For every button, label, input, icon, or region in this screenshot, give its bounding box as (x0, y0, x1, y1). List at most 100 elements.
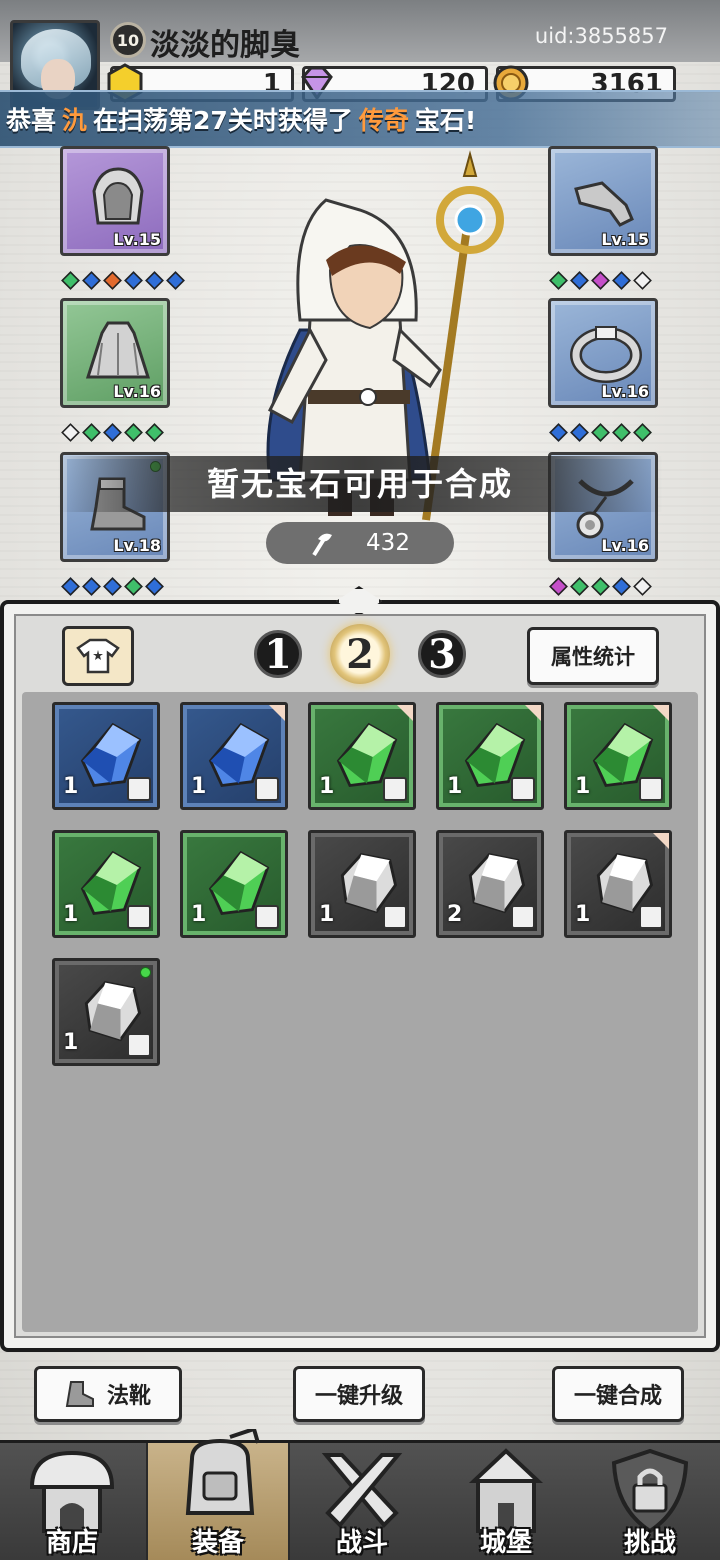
nav-equipment[interactable]: 装备 (146, 1429, 290, 1560)
equip-slot-ring[interactable]: Lv.16 (548, 298, 658, 408)
gem-socket-icon (549, 576, 568, 596)
gem-item-gray[interactable]: 1 (52, 958, 160, 1066)
cloak-icon (85, 321, 151, 379)
gem-count: 1 (63, 774, 79, 799)
nav-castle-label: 城堡 (479, 1528, 532, 1558)
backpack-icon (185, 1429, 260, 1515)
castle-icon (468, 1448, 544, 1533)
gem-socket-icon (82, 422, 101, 442)
power-value: 432 (366, 530, 410, 556)
nav-battle[interactable]: 战斗 (290, 1443, 434, 1560)
announce-middle: 在扫荡第27关时获得了 (93, 106, 353, 135)
announce-prefix: 恭喜 (6, 106, 57, 135)
nav-shop-label: 商店 (45, 1528, 98, 1558)
ring-gem-sockets (549, 422, 652, 442)
gem-count: 1 (63, 1030, 79, 1055)
gem-socket-icon (570, 576, 589, 596)
locked-shield-icon (611, 1448, 689, 1533)
gem-socket-icon (633, 270, 652, 290)
gem-socket-icon (612, 576, 631, 596)
gem-item-gray[interactable]: 2 (436, 830, 544, 938)
gem-item-green[interactable]: 1 (52, 830, 160, 938)
boot-type-icon (255, 905, 279, 929)
boot-type-icon (127, 1033, 151, 1057)
gem-socket-icon (61, 422, 80, 442)
new-indicator-dot (140, 967, 151, 978)
gem-socket-icon (549, 422, 568, 442)
gem-socket-icon (124, 270, 143, 290)
corner-marker (653, 705, 669, 721)
no-gems-tip: 暂无宝石可用于合成 (0, 456, 720, 512)
gem-count: 1 (447, 774, 463, 799)
gem-socket-icon (633, 576, 652, 596)
hood-icon (92, 167, 144, 225)
slot-filter-button[interactable]: 法靴 (34, 1366, 182, 1422)
gem-count: 1 (319, 902, 335, 927)
gem-socket-icon (549, 270, 568, 290)
gem-item-blue[interactable]: 1 (180, 702, 288, 810)
gem-count: 2 (447, 902, 463, 927)
announce-player: 氿 (62, 106, 88, 135)
nav-castle[interactable]: 城堡 (434, 1443, 578, 1560)
gem-socket-icon (570, 270, 589, 290)
gem-item-green[interactable]: 1 (308, 702, 416, 810)
equip-level: Lv.16 (601, 536, 649, 555)
nav-shop[interactable]: 商店 (0, 1443, 144, 1560)
player-header: 10 淡淡的脚臭 uid:3855857 1 120 3161 (0, 0, 720, 110)
gem-item-green[interactable]: 1 (436, 702, 544, 810)
equip-level: Lv.15 (113, 230, 161, 249)
boot-type-icon (255, 777, 279, 801)
boot-type-icon (639, 905, 663, 929)
combine-all-button[interactable]: 一键合成 (552, 1366, 684, 1422)
tab-page-2[interactable]: 2 (330, 624, 390, 684)
equip-level: Lv.16 (113, 382, 161, 401)
equip-slot-hood[interactable]: Lv.15 (60, 146, 170, 256)
gem-socket-icon (61, 270, 80, 290)
upgrade-all-button[interactable]: 一键升级 (293, 1366, 425, 1422)
gem-socket-icon (82, 576, 101, 596)
gem-socket-icon (103, 270, 122, 290)
equip-level: Lv.18 (113, 536, 161, 555)
boot-type-icon (383, 905, 407, 929)
boot-type-icon (383, 777, 407, 801)
necklace-gem-sockets (549, 576, 652, 596)
equip-level: Lv.16 (601, 382, 649, 401)
loot-announcement: 恭喜 氿 在扫荡第27关时获得了 传奇 宝石! (0, 90, 720, 148)
bottom-nav: 商店 装备 战斗 城堡 挑战 (0, 1429, 720, 1560)
gem-count: 1 (191, 774, 207, 799)
slot-filter-label: 法靴 (106, 1384, 151, 1409)
gem-count: 1 (63, 902, 79, 927)
gem-socket-icon (124, 422, 143, 442)
equipped-filter-button[interactable] (62, 626, 134, 686)
nav-equipment-label: 装备 (191, 1528, 244, 1558)
tab-page-1[interactable]: 1 (254, 630, 302, 678)
equip-slot-gloves[interactable]: Lv.15 (548, 146, 658, 256)
equip-level: Lv.15 (601, 230, 649, 249)
gem-item-gray[interactable]: 1 (564, 830, 672, 938)
nav-challenge[interactable]: 挑战 (578, 1443, 720, 1560)
gem-item-gray[interactable]: 1 (308, 830, 416, 938)
shirt-icon (76, 638, 120, 674)
announce-rarity: 传奇 (358, 106, 409, 135)
announce-suffix: 宝石! (414, 106, 477, 135)
gem-socket-icon (103, 576, 122, 596)
boot-type-icon (511, 905, 535, 929)
gem-item-green[interactable]: 1 (180, 830, 288, 938)
boot-type-icon (127, 777, 151, 801)
corner-marker (269, 705, 285, 721)
gem-item-green[interactable]: 1 (564, 702, 672, 810)
gem-socket-icon (591, 270, 610, 290)
player-uid: uid:3855857 (534, 24, 668, 48)
gem-count: 1 (191, 902, 207, 927)
equip-slot-cloak[interactable]: Lv.16 (60, 298, 170, 408)
tab-page-3[interactable]: 3 (418, 630, 466, 678)
boots-gem-sockets (61, 576, 164, 596)
attribute-stats-button[interactable]: 属性统计 (527, 627, 659, 685)
gem-socket-icon (612, 270, 631, 290)
ring-icon (570, 326, 642, 383)
gloves-gem-sockets (549, 270, 652, 290)
corner-marker (653, 833, 669, 849)
gem-socket-icon (82, 270, 101, 290)
gem-socket-icon (145, 576, 164, 596)
gem-item-blue[interactable]: 1 (52, 702, 160, 810)
